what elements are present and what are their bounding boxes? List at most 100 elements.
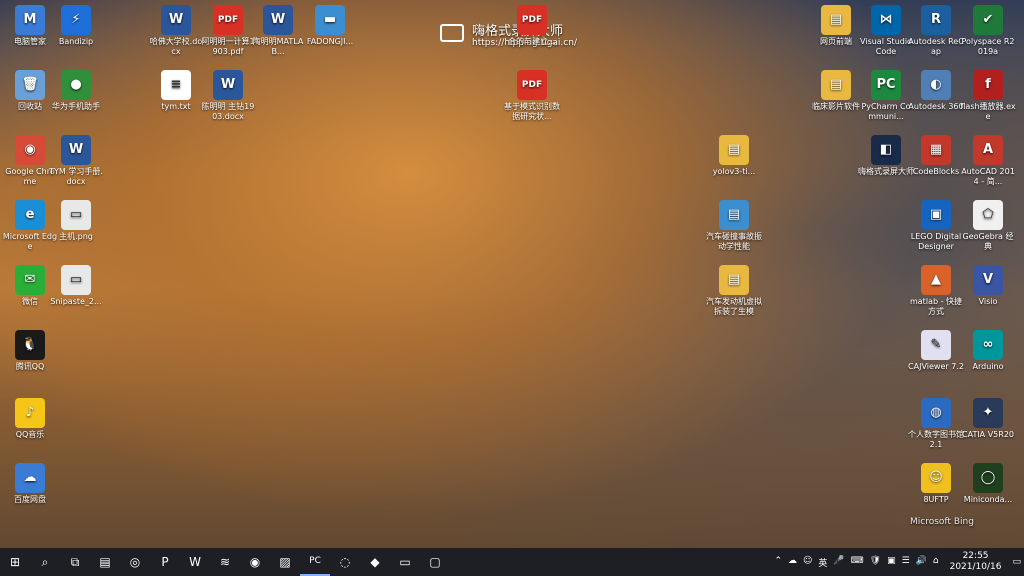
desktop-icon-2[interactable]: ⚡ Bandizip xyxy=(48,5,104,47)
file-icon: ▤ xyxy=(821,70,851,100)
icon-label: 合的与建立... xyxy=(508,37,556,46)
tray-icon[interactable]: ☺ xyxy=(803,556,812,569)
file-icon: ▲ xyxy=(921,265,951,295)
desktop-icon-16[interactable]: PDF 基于模式识别数据研究状... xyxy=(504,70,560,122)
desktop-icon-41[interactable]: ◍ 个人数字图书馆2.1 xyxy=(908,398,964,450)
file-icon: 🐧 xyxy=(15,330,45,360)
desktop-icon-30[interactable]: ▣ LEGO Digital Designer xyxy=(908,200,964,252)
desktop-icon-7[interactable]: PDF 合的与建立... xyxy=(504,5,560,47)
file-icon: ◧ xyxy=(871,135,901,165)
sync-app-icon[interactable]: ◌ xyxy=(330,548,360,576)
icon-label: Bandizip xyxy=(58,37,94,46)
file-icon: ◯ xyxy=(973,463,1003,493)
file-icon: M xyxy=(15,5,45,35)
tray-icon[interactable]: ☁ xyxy=(788,556,797,569)
desktop-icon-44[interactable]: ☺ 8UFTP xyxy=(908,463,964,505)
folder-icon[interactable]: ▭ xyxy=(390,548,420,576)
desktop-icon-33[interactable]: ▭ Snipaste_2... xyxy=(48,265,104,307)
icon-label: Snipaste_2... xyxy=(50,297,102,306)
file-icon: W xyxy=(61,135,91,165)
document-app-icon[interactable]: ◆ xyxy=(360,548,390,576)
icon-label: 腾讯QQ xyxy=(15,362,45,371)
desktop-icon-42[interactable]: ✦ CATIA V5R20 xyxy=(960,398,1016,440)
desktop-icon-17[interactable]: ▤ 临床影片软件 xyxy=(808,70,864,112)
start-button[interactable]: ⊞ xyxy=(0,548,30,576)
recorder-icon[interactable]: ▢ xyxy=(420,548,450,576)
task-view-icon[interactable]: ⧉ xyxy=(60,548,90,576)
desktop-icon-19[interactable]: ◐ Autodesk 360 xyxy=(908,70,964,112)
tray-icon[interactable]: ⌃ xyxy=(774,556,782,569)
tray-icon[interactable]: 英 xyxy=(818,556,827,569)
icon-label: 8UFTP xyxy=(923,495,949,504)
word-icon[interactable]: W xyxy=(180,548,210,576)
notes-app-icon[interactable]: ▨ xyxy=(270,548,300,576)
icon-label: 汽车碰撞事故振动学性能 xyxy=(706,232,762,251)
desktop-icon-24[interactable]: ◧ 嗨格式录屏大师 xyxy=(858,135,914,177)
icon-label: 阿明明一计算1903.pdf xyxy=(201,37,255,56)
desktop-icon-31[interactable]: ⬠ GeoGebra 经典 xyxy=(960,200,1016,252)
network-app-icon[interactable]: ≋ xyxy=(210,548,240,576)
desktop-icon-40[interactable]: ♪ QQ音乐 xyxy=(2,398,58,440)
desktop-icon-34[interactable]: ▤ 汽车发动机虚拟拆装了生模 xyxy=(706,265,762,317)
desktop-icon-35[interactable]: ▲ matlab - 快捷方式 xyxy=(908,265,964,317)
desktop-icon-22[interactable]: W TYM 学习手册.docx xyxy=(48,135,104,187)
desktop-icon-3[interactable]: W 哈佛大学校.docx xyxy=(148,5,204,57)
desktop-icon-9[interactable]: ⋈ Visual Studio Code xyxy=(858,5,914,57)
desktop-icon-39[interactable]: ∞ Arduino xyxy=(960,330,1016,372)
icon-label: 网页前端 xyxy=(820,37,852,46)
file-icon: W xyxy=(263,5,293,35)
desktop: 嗨格式录屏大师 https://hipping.tigai.cn/ Micros… xyxy=(0,0,1024,548)
file-icon: ▤ xyxy=(719,265,749,295)
desktop-icon-18[interactable]: PC PyCharm Communi... xyxy=(858,70,914,122)
pycharm-icon[interactable]: PC xyxy=(300,548,330,576)
desktop-icon-14[interactable]: ≡ tym.txt xyxy=(148,70,204,112)
desktop-icon-15[interactable]: W 陈明明 主钻1903.docx xyxy=(200,70,256,122)
file-icon: ◐ xyxy=(921,70,951,100)
desktop-icon-43[interactable]: ☁ 百度网盘 xyxy=(2,463,58,505)
desktop-icon-8[interactable]: ▤ 网页前端 xyxy=(808,5,864,47)
tray-icon[interactable]: ⌂ xyxy=(933,556,939,569)
desktop-icon-25[interactable]: ▦ CodeBlocks xyxy=(908,135,964,177)
desktop-icon-5[interactable]: W 陶明明MATLAB... xyxy=(250,5,306,57)
powerpoint-icon[interactable]: P xyxy=(150,548,180,576)
tray-icon[interactable]: ⌨ xyxy=(851,556,864,569)
tray-icon[interactable]: 🛡 xyxy=(870,556,881,569)
desktop-icon-11[interactable]: ✔ Polyspace R2019a xyxy=(960,5,1016,57)
media-player-icon[interactable]: ◎ xyxy=(120,548,150,576)
file-icon: ☁ xyxy=(15,463,45,493)
desktop-icon-13[interactable]: ● 华为手机助手 xyxy=(48,70,104,112)
icon-label: CodeBlocks xyxy=(912,167,960,176)
notification-icon[interactable]: ▭ xyxy=(1012,557,1021,567)
file-icon: PDF xyxy=(517,5,547,35)
icon-label: 嗨格式录屏大师 xyxy=(858,167,914,176)
icon-label: PyCharm Communi... xyxy=(861,102,911,121)
file-manager-icon[interactable]: ▤ xyxy=(90,548,120,576)
file-icon: ☺ xyxy=(921,463,951,493)
icon-label: Autodesk ReCap xyxy=(908,37,964,56)
desktop-icon-38[interactable]: ✎ CAJViewer 7.2 xyxy=(908,330,964,372)
file-icon: ▦ xyxy=(921,135,951,165)
tray-icon[interactable]: 🔊 xyxy=(916,556,927,569)
desktop-icon-10[interactable]: R Autodesk ReCap xyxy=(908,5,964,57)
desktop-icon-37[interactable]: 🐧 腾讯QQ xyxy=(2,330,58,372)
icon-label: tym.txt xyxy=(161,102,191,111)
desktop-icon-6[interactable]: ▬ FADONGJI... xyxy=(302,5,358,47)
file-icon: ∞ xyxy=(973,330,1003,360)
file-icon: PC xyxy=(871,70,901,100)
desktop-icon-4[interactable]: PDF 阿明明一计算1903.pdf xyxy=(200,5,256,57)
desktop-icon-29[interactable]: ▤ 汽车碰撞事故振动学性能 xyxy=(706,200,762,252)
desktop-icon-28[interactable]: ▭ 主机.png xyxy=(48,200,104,242)
search-icon[interactable]: ⌕ xyxy=(30,548,60,576)
icon-label: Autodesk 360 xyxy=(908,102,964,111)
desktop-icon-23[interactable]: ▤ yolov3-ti... xyxy=(706,135,762,177)
desktop-icon-20[interactable]: f flash播放器.exe xyxy=(960,70,1016,122)
icon-label: Miniconda... xyxy=(963,495,1013,504)
tray-icon[interactable]: ▣ xyxy=(887,556,896,569)
tray-icon[interactable]: 🎤 xyxy=(833,556,844,569)
chrome-icon[interactable]: ◉ xyxy=(240,548,270,576)
desktop-icon-26[interactable]: A AutoCAD 2014 - 简... xyxy=(960,135,1016,187)
clock[interactable]: 22:55 2021/10/16 xyxy=(950,551,1002,573)
desktop-icon-36[interactable]: V Visio xyxy=(960,265,1016,307)
desktop-icon-45[interactable]: ◯ Miniconda... xyxy=(960,463,1016,505)
tray-icon[interactable]: ☰ xyxy=(902,556,910,569)
